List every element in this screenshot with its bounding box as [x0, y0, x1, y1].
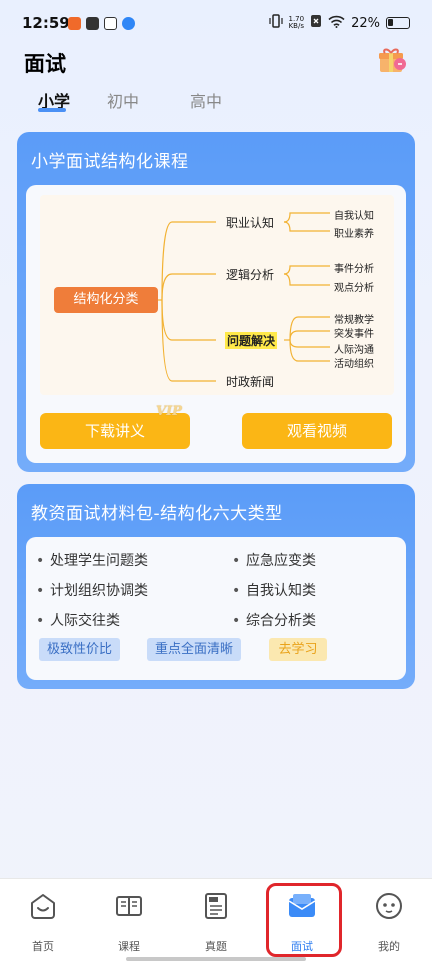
list-item: 综合分析类: [232, 610, 316, 630]
list-item: 自我认知类: [232, 580, 316, 600]
mindmap-leaf: 观点分析: [334, 283, 374, 294]
watch-video-button[interactable]: 观看视频: [242, 413, 392, 449]
app-notification-icon-1: [68, 17, 81, 30]
material-card-title: 教资面试材料包-结构化六大类型: [31, 504, 283, 524]
mindmap-leaf: 人际沟通: [334, 345, 374, 356]
nav-label: 我的: [378, 940, 400, 953]
wifi-icon: [328, 15, 345, 32]
nav-interview[interactable]: 面试: [259, 879, 345, 964]
nav-label: 面试: [291, 940, 313, 953]
course-card-title: 小学面试结构化课程: [31, 152, 189, 172]
vip-badge: VIP: [156, 404, 182, 419]
mindmap-leaf: 事件分析: [334, 264, 374, 275]
mindmap-root: 结构化分类: [54, 287, 158, 313]
grade-tabs: 小学 初中 高中: [0, 84, 432, 114]
tab-junior[interactable]: 初中: [107, 88, 139, 112]
mindmap-node: 职业认知: [226, 216, 275, 230]
material-card-body: 处理学生问题类 应急应变类 计划组织协调类 自我认知类 人际交往类 综合分析类 …: [26, 537, 406, 680]
bottom-navigation: 首页 课程 真题 面试 我的: [0, 878, 432, 964]
list-item: 处理学生问题类: [36, 550, 148, 570]
page-title: 面试: [24, 52, 66, 76]
course-card-body: 结构化分类 职业认知 逻辑分析 问题解决 时政新闻 自我认知 职业素养 事件分析…: [26, 185, 406, 463]
app-notification-icon-2: [86, 17, 99, 30]
mindmap-leaf: 职业素养: [334, 229, 374, 240]
home-smile-icon: [28, 891, 58, 921]
mindmap-node: 逻辑分析: [226, 268, 275, 282]
tab-underline: [38, 108, 66, 112]
mindmap-node: 问题解决: [225, 332, 278, 349]
mindmap-node: 时政新闻: [226, 375, 275, 389]
tab-senior[interactable]: 高中: [190, 88, 222, 112]
profile-face-icon: [374, 891, 404, 921]
mindmap-leaf: 自我认知: [334, 211, 374, 222]
network-speed: 1.70 KB/s: [288, 15, 305, 30]
app-notification-icon-4: [122, 17, 135, 30]
mindmap-leaf: 突发事件: [334, 329, 374, 340]
list-item: 计划组织协调类: [36, 580, 148, 600]
nav-profile[interactable]: 我的: [346, 879, 432, 964]
highlight-tag: 重点全面清晰: [147, 638, 242, 661]
nav-courses[interactable]: 课程: [86, 879, 172, 964]
exam-paper-icon: [201, 891, 231, 921]
mindmap-leaf: 常规教学: [334, 315, 374, 326]
home-indicator: [126, 957, 306, 961]
nav-label: 真题: [205, 940, 227, 953]
list-item: 应急应变类: [232, 550, 316, 570]
interview-envelope-icon: [287, 891, 317, 921]
status-time: 12:59: [22, 14, 70, 32]
book-icon: [114, 891, 144, 921]
gift-box-icon[interactable]: [376, 44, 408, 74]
nav-label: 课程: [118, 940, 140, 953]
nav-label: 首页: [32, 940, 54, 953]
value-tag: 极致性价比: [39, 638, 121, 661]
battery-percent: 22%: [351, 15, 380, 31]
nav-home[interactable]: 首页: [0, 879, 86, 964]
material-card: 教资面试材料包-结构化六大类型 处理学生问题类 应急应变类 计划组织协调类 自我…: [17, 484, 415, 689]
status-bar: 12:59 1.70 KB/s 22%: [0, 0, 432, 40]
sim-off-icon: [310, 14, 322, 32]
list-item: 人际交往类: [36, 610, 120, 630]
course-card: 小学面试结构化课程 结构化分类 职业认知 逻辑分析 问题解决 时政新闻 自我认知…: [17, 132, 415, 472]
mindmap-leaf: 活动组织: [334, 359, 374, 370]
vibrate-icon: [268, 14, 283, 32]
app-notification-icon-3: [104, 17, 117, 30]
nav-exams[interactable]: 真题: [173, 879, 259, 964]
battery-icon: [386, 17, 410, 29]
mindmap-image[interactable]: 结构化分类 职业认知 逻辑分析 问题解决 时政新闻 自我认知 职业素养 事件分析…: [40, 195, 394, 395]
go-study-button[interactable]: 去学习: [269, 638, 327, 661]
